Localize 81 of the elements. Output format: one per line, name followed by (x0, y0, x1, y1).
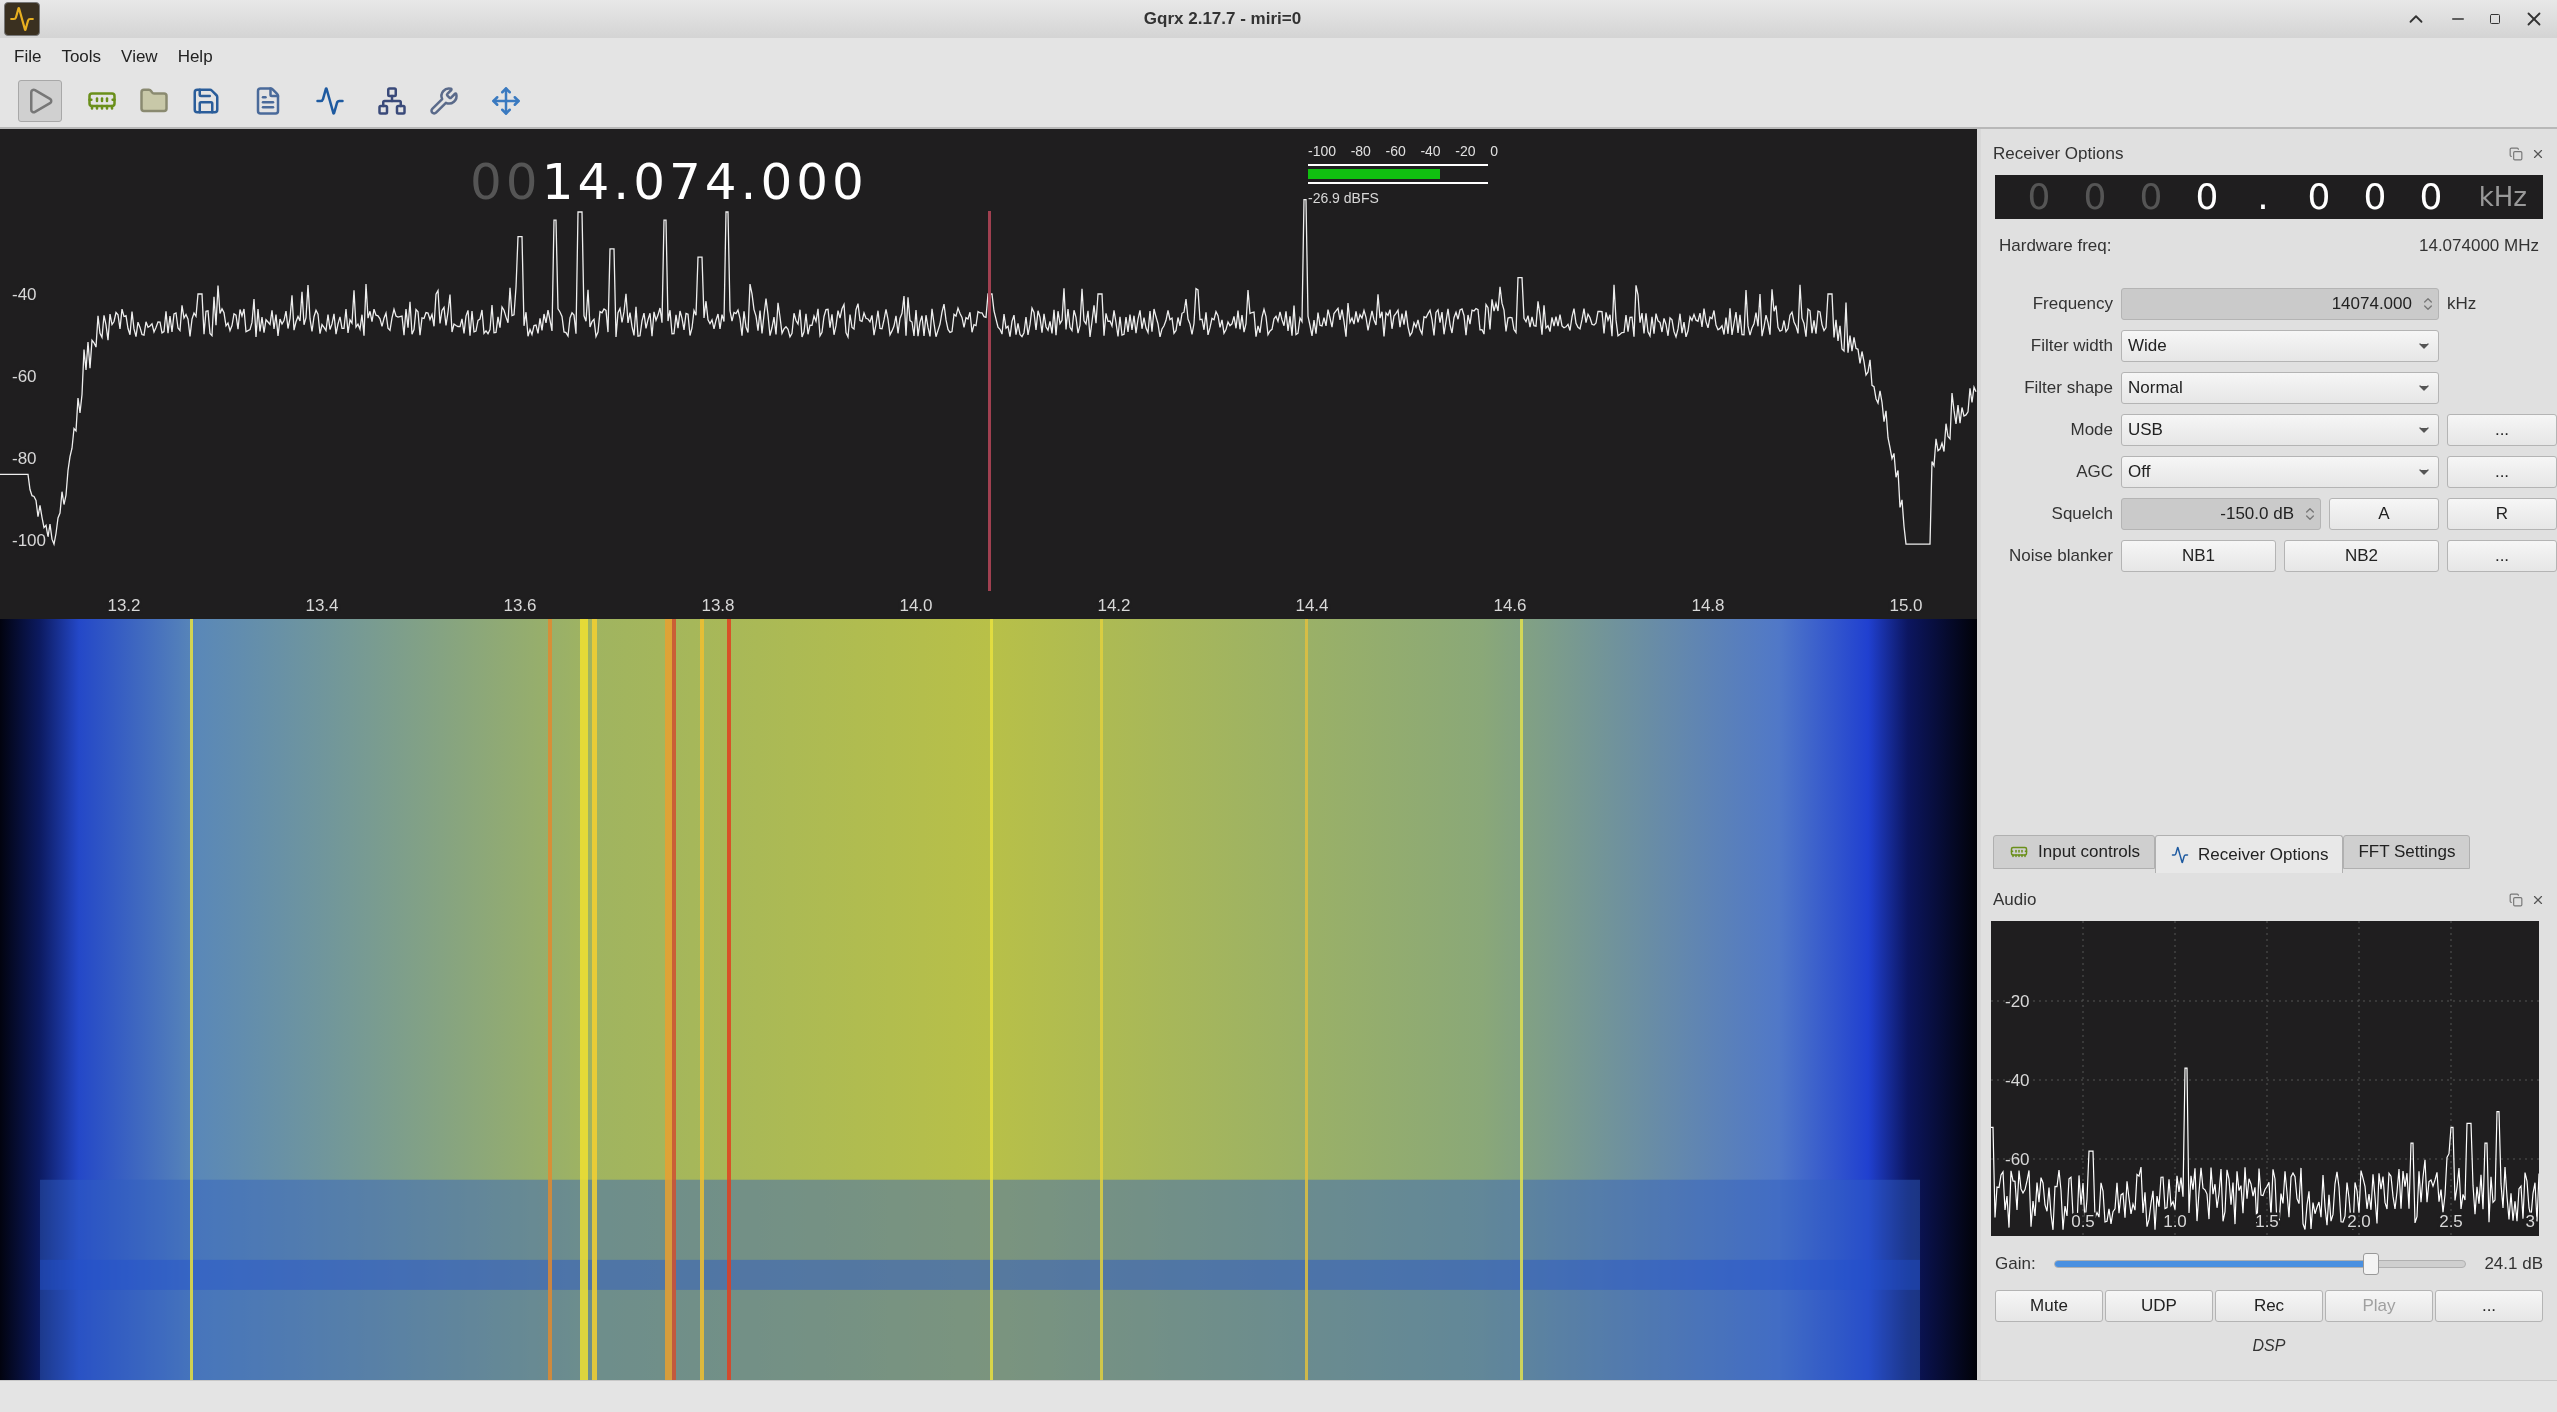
axis-label: -60 (12, 367, 37, 386)
dock-title: Receiver Options (1993, 143, 2124, 166)
axis-label: -40 (12, 285, 37, 304)
nb-button[interactable]: NB2 (2284, 539, 2439, 572)
maximize-icon[interactable] (2489, 13, 2501, 25)
unit-label: kHz (2478, 180, 2527, 214)
axis-label: 1.0 (2163, 1212, 2187, 1231)
gain-value: 24.1 dB (2484, 1253, 2543, 1276)
axis-label: 14.4 (1295, 596, 1329, 615)
tab[interactable]: Receiver Options (2155, 835, 2344, 873)
spin-field[interactable]: -150.0 dB (2121, 497, 2321, 530)
axis-label: 13.4 (305, 596, 339, 615)
squelch-button[interactable]: R (2447, 497, 2557, 530)
meter-scale-label: 0 (1490, 142, 1498, 161)
meter-scale-label: -80 (1350, 142, 1371, 161)
gain-label: Gain: (1995, 1253, 2036, 1276)
dock-title: Audio (1993, 889, 2037, 912)
section-label: DSP (2252, 1336, 2286, 1356)
float-icon[interactable] (2509, 147, 2523, 161)
dropdown[interactable]: Normal (2121, 371, 2439, 404)
field-label: Frequency (2031, 292, 2113, 315)
axis-label: -40 (2005, 1071, 2030, 1090)
meter-scale-label: -40 (1420, 142, 1441, 161)
axis-label: 14.2 (1097, 596, 1131, 615)
axis-label: 0.5 (2071, 1212, 2095, 1231)
meter-scale-label: -60 (1385, 142, 1406, 161)
field-label: Filter shape (2023, 376, 2113, 399)
menu-item[interactable]: Help (169, 43, 221, 70)
spin-field[interactable]: 14074.000 (2121, 287, 2439, 320)
tab[interactable]: FFT Settings (2343, 835, 2471, 869)
field-label: Mode (2069, 418, 2113, 441)
hardware-freq-label: Hardware freq: (1999, 235, 2112, 257)
close-icon[interactable] (2531, 893, 2545, 907)
unit-label: kHz (2447, 292, 2477, 315)
tools-icon (429, 86, 459, 116)
audio-button[interactable]: ... (2435, 1290, 2543, 1322)
axis-label: 13.2 (107, 596, 141, 615)
tab[interactable]: Input controls (1993, 835, 2156, 869)
move-arrows-icon (491, 86, 521, 116)
field-label: Squelch (2050, 502, 2113, 525)
frequency-readout[interactable]: 14.074.000 (541, 145, 868, 220)
meter-scale-label: -100 (1308, 142, 1337, 161)
field-label: Noise blanker (2008, 544, 2113, 567)
nb-button[interactable]: NB1 (2121, 539, 2276, 572)
float-icon[interactable] (2509, 893, 2523, 907)
axis-label: 1.5 (2255, 1212, 2279, 1231)
window-title: Gqrx 2.17.7 - miri=0 (1143, 8, 1302, 31)
squelch-button[interactable]: A (2329, 497, 2439, 530)
axis-label: 13.8 (701, 596, 735, 615)
options-button[interactable]: ... (2447, 539, 2557, 572)
axis-label: 14.0 (899, 596, 933, 615)
hardware-freq-value: 14.074000 MHz (2418, 235, 2539, 257)
dropdown[interactable]: Off (2121, 455, 2439, 488)
meter-scale-label: -20 (1455, 142, 1476, 161)
app-icon[interactable] (4, 2, 40, 36)
axis-label: 15.0 (1889, 596, 1923, 615)
axis-label: -100 (12, 531, 47, 550)
audio-button[interactable]: Mute (1995, 1290, 2103, 1322)
axis-label: 14.8 (1691, 596, 1725, 615)
dropdown[interactable]: USB (2121, 413, 2439, 446)
menu-item[interactable]: Tools (53, 43, 110, 70)
toolbar-button[interactable] (18, 80, 62, 122)
close-icon[interactable] (2531, 147, 2545, 161)
menu-item[interactable]: View (113, 43, 166, 70)
axis-label: 3 (2525, 1212, 2535, 1231)
axis-label: 2.5 (2439, 1212, 2463, 1231)
field-label: Filter width (2029, 334, 2113, 357)
axis-label: 14.6 (1493, 596, 1527, 615)
axis-label: -20 (2005, 992, 2030, 1011)
audio-button[interactable]: Rec (2215, 1290, 2323, 1322)
axis-label: -60 (2005, 1150, 2030, 1169)
field-label: AGC (2075, 460, 2113, 483)
slider-handle[interactable] (2362, 1253, 2379, 1275)
menu-item[interactable]: File (6, 43, 50, 70)
options-button[interactable]: ... (2447, 455, 2557, 488)
axis-label: -80 (12, 449, 37, 468)
dropdown[interactable]: Wide (2121, 329, 2439, 362)
meter-reading: -26.9 dBFS (1308, 189, 1380, 208)
options-button[interactable]: ... (2447, 413, 2557, 446)
audio-button[interactable]: UDP (2105, 1290, 2213, 1322)
axis-label: 13.6 (503, 596, 537, 615)
